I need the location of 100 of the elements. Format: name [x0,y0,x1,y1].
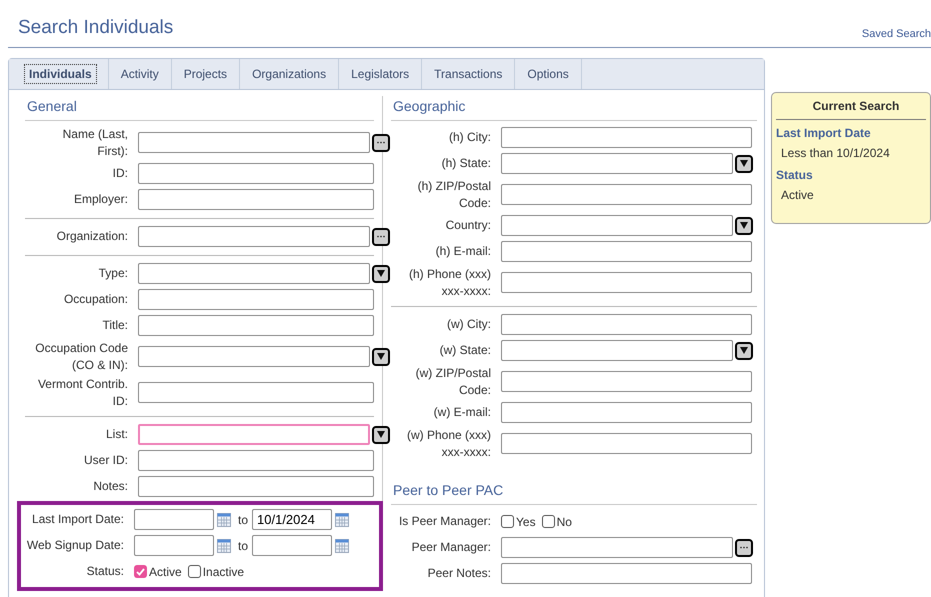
calendar-icon [335,512,350,526]
range-separator: to [238,512,248,528]
input-field[interactable] [138,315,374,336]
field-label: (w) E-mail: [434,404,491,421]
field-label: (w) City: [447,316,491,333]
triangle-down-icon [740,347,748,354]
dropdown-button[interactable] [372,264,390,282]
input-field[interactable] [138,163,374,184]
checkbox[interactable] [501,515,514,528]
field-label: (w) Phone (xxx) xxx-xxxx: [406,426,491,460]
input-field[interactable] [501,241,752,262]
ellipsis-icon [377,235,385,238]
tab[interactable]: Legislators [339,58,422,88]
field-label: Employer: [74,191,128,208]
field-label: Organization: [56,228,128,245]
field-label: ID: [112,165,128,182]
input-field[interactable] [138,476,374,497]
field-label: User ID: [84,452,128,469]
section-heading: Peer to Peer PAC [391,480,757,504]
lookup-button[interactable] [735,538,753,556]
triangle-down-icon [377,270,385,277]
triangle-down-icon [740,222,748,229]
input-field[interactable] [501,563,752,584]
input-field[interactable] [501,127,752,148]
input-field[interactable]: 10/1/2024 [252,509,332,530]
field-label: (w) State: [440,342,491,359]
input-field[interactable] [501,340,733,361]
lookup-button[interactable] [372,134,390,152]
field-label: Name (Last, First): [62,126,128,160]
field-label: List: [106,426,128,443]
dropdown-button[interactable] [372,426,390,444]
input-field[interactable] [501,153,733,174]
triangle-down-icon [740,160,748,167]
tab[interactable]: Options [515,58,582,88]
saved-search-link[interactable]: Saved Search [862,26,931,42]
field-label: Type: [98,265,128,282]
calendar-icon [335,538,350,552]
input-field[interactable] [134,509,214,530]
section-heading: General [25,96,374,120]
input-field[interactable] [501,215,733,236]
input-field[interactable] [138,289,374,310]
input-field[interactable] [501,371,752,392]
field-label: (h) Phone (xxx) xxx-xxxx: [408,266,491,300]
checkbox-label: No [556,514,572,530]
input-field[interactable] [252,535,332,556]
triangle-down-icon [377,431,385,438]
checkbox[interactable] [542,515,555,528]
input-field[interactable] [138,424,370,445]
input-field[interactable] [138,132,370,153]
panel-title: Current Search [776,92,926,120]
criterion-heading: Last Import Date [776,124,872,142]
section-heading: Geographic [391,96,757,120]
dropdown-button[interactable] [735,342,753,360]
field-label: Peer Notes: [428,565,491,582]
dropdown-button[interactable] [735,216,753,234]
ellipsis-icon [377,141,385,144]
checkbox[interactable] [134,565,147,578]
range-separator: to [238,538,248,554]
field-label: Web Signup Date: [26,537,124,554]
input-field[interactable] [501,272,752,293]
input-field[interactable] [138,189,374,210]
ellipsis-icon [740,546,748,549]
input-field[interactable] [138,226,370,247]
field-label: (h) City: [449,129,491,146]
tab[interactable]: Activity [108,58,172,88]
field-label: Occupation: [64,291,128,308]
field-label: Status: [86,563,124,580]
input-field[interactable] [501,537,733,558]
input-field[interactable] [138,382,374,403]
field-label: Is Peer Manager: [398,513,491,530]
input-field[interactable] [138,346,370,367]
field-label: (h) State: [442,155,491,172]
dropdown-button[interactable] [735,154,753,172]
dropdown-button[interactable] [372,348,390,366]
tab[interactable]: Organizations [240,58,340,88]
input-field[interactable] [501,184,752,205]
field-label: Peer Manager: [412,539,491,556]
field-label: Country: [446,217,491,234]
lookup-button[interactable] [372,228,390,246]
tab[interactable]: Individuals [13,58,109,88]
criterion-value: Less than 10/1/2024 [780,144,891,162]
calendar-icon [217,538,231,552]
input-field[interactable] [138,450,374,471]
input-field[interactable] [134,535,214,556]
criterion-heading: Status [776,166,814,184]
field-label: (h) E-mail: [436,243,491,260]
field-label: Last Import Date: [32,511,124,528]
tab[interactable]: Transactions [422,58,516,88]
tab[interactable]: Projects [172,58,240,88]
field-label: Vermont Contrib. ID: [36,376,128,410]
input-field[interactable] [501,433,752,454]
checkbox-label: Active [149,564,182,580]
checkbox[interactable] [188,565,201,578]
checkbox-label: Inactive [202,564,244,580]
input-field[interactable] [501,314,752,335]
input-field[interactable] [501,402,752,423]
checkbox-label: Yes [516,514,536,530]
field-label: Title: [102,317,128,334]
field-label: (w) ZIP/Postal Code: [414,364,491,398]
input-field[interactable] [138,263,370,284]
